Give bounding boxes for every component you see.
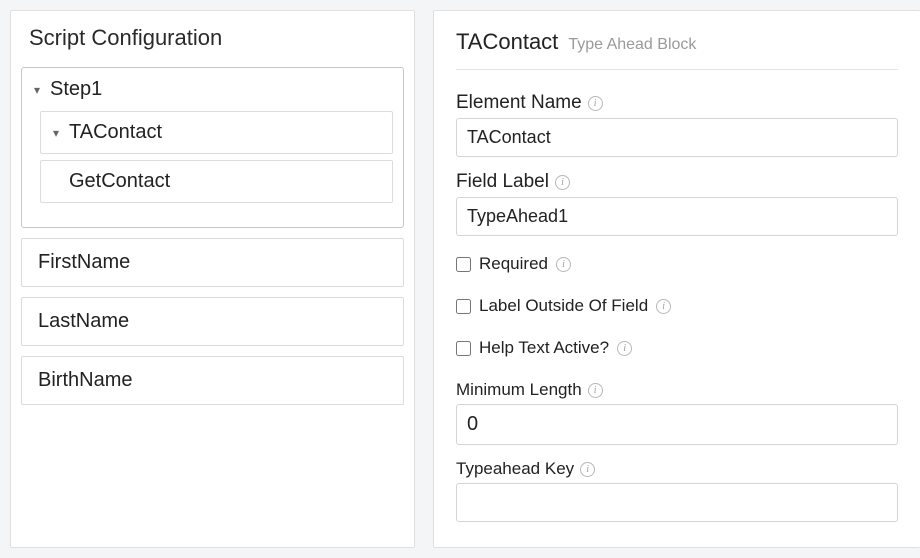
help-text-checkbox[interactable] xyxy=(456,341,471,356)
info-icon[interactable]: i xyxy=(656,299,671,314)
script-config-panel: Script Configuration ▾ Step1 ▾ TAContact… xyxy=(10,10,415,548)
properties-subtitle: Type Ahead Block xyxy=(568,36,696,54)
tree-item-firstname[interactable]: FirstName xyxy=(21,238,404,287)
info-icon[interactable]: i xyxy=(555,175,570,190)
properties-panel: TAContact Type Ahead Block Element Name … xyxy=(433,10,920,548)
element-name-input[interactable] xyxy=(456,118,898,157)
tree-item-label: BirthName xyxy=(38,369,132,391)
field-label: Element Name xyxy=(456,92,582,114)
min-length-input[interactable] xyxy=(456,404,898,445)
panel-title: Script Configuration xyxy=(11,11,414,67)
tree-item-step1[interactable]: ▾ Step1 xyxy=(22,68,403,111)
caret-down-icon: ▾ xyxy=(34,83,50,97)
tree-item-label: GetContact xyxy=(69,170,170,193)
info-icon[interactable]: i xyxy=(580,462,595,477)
required-checkbox[interactable] xyxy=(456,257,471,272)
checkbox-label: Required xyxy=(479,254,548,274)
tree-item-lastname[interactable]: LastName xyxy=(21,297,404,346)
tree: ▾ Step1 ▾ TAContact GetContact FirstName xyxy=(11,67,414,433)
properties-title: TAContact xyxy=(456,29,558,55)
label-outside-checkbox[interactable] xyxy=(456,299,471,314)
tree-item-label: Step1 xyxy=(50,78,102,101)
required-row: Required i xyxy=(456,254,898,274)
tree-item-tacontact[interactable]: ▾ TAContact xyxy=(40,111,393,154)
properties-header: TAContact Type Ahead Block xyxy=(456,29,898,70)
info-icon[interactable]: i xyxy=(588,383,603,398)
info-icon[interactable]: i xyxy=(617,341,632,356)
tree-item-label: FirstName xyxy=(38,251,130,273)
typeahead-key-field: Typeahead Key i xyxy=(456,459,898,522)
tree-item-getcontact[interactable]: GetContact xyxy=(40,160,393,203)
field-label: Minimum Length xyxy=(456,380,582,400)
label-outside-row: Label Outside Of Field i xyxy=(456,296,898,316)
tree-item-label: LastName xyxy=(38,310,129,332)
field-label-field: Field Label i xyxy=(456,171,898,236)
tree-step1-group: ▾ Step1 ▾ TAContact GetContact xyxy=(21,67,404,228)
field-label: Field Label xyxy=(456,171,549,193)
tree-item-birthname[interactable]: BirthName xyxy=(21,356,404,405)
tree-item-label: TAContact xyxy=(69,121,162,144)
element-name-field: Element Name i xyxy=(456,92,898,157)
help-text-row: Help Text Active? i xyxy=(456,338,898,358)
info-icon[interactable]: i xyxy=(556,257,571,272)
field-label: Typeahead Key xyxy=(456,459,574,479)
checkbox-label: Help Text Active? xyxy=(479,338,609,358)
caret-down-icon: ▾ xyxy=(53,126,69,140)
min-length-field: Minimum Length i xyxy=(456,380,898,445)
field-label-input[interactable] xyxy=(456,197,898,236)
info-icon[interactable]: i xyxy=(588,96,603,111)
typeahead-key-input[interactable] xyxy=(456,483,898,522)
checkbox-label: Label Outside Of Field xyxy=(479,296,648,316)
